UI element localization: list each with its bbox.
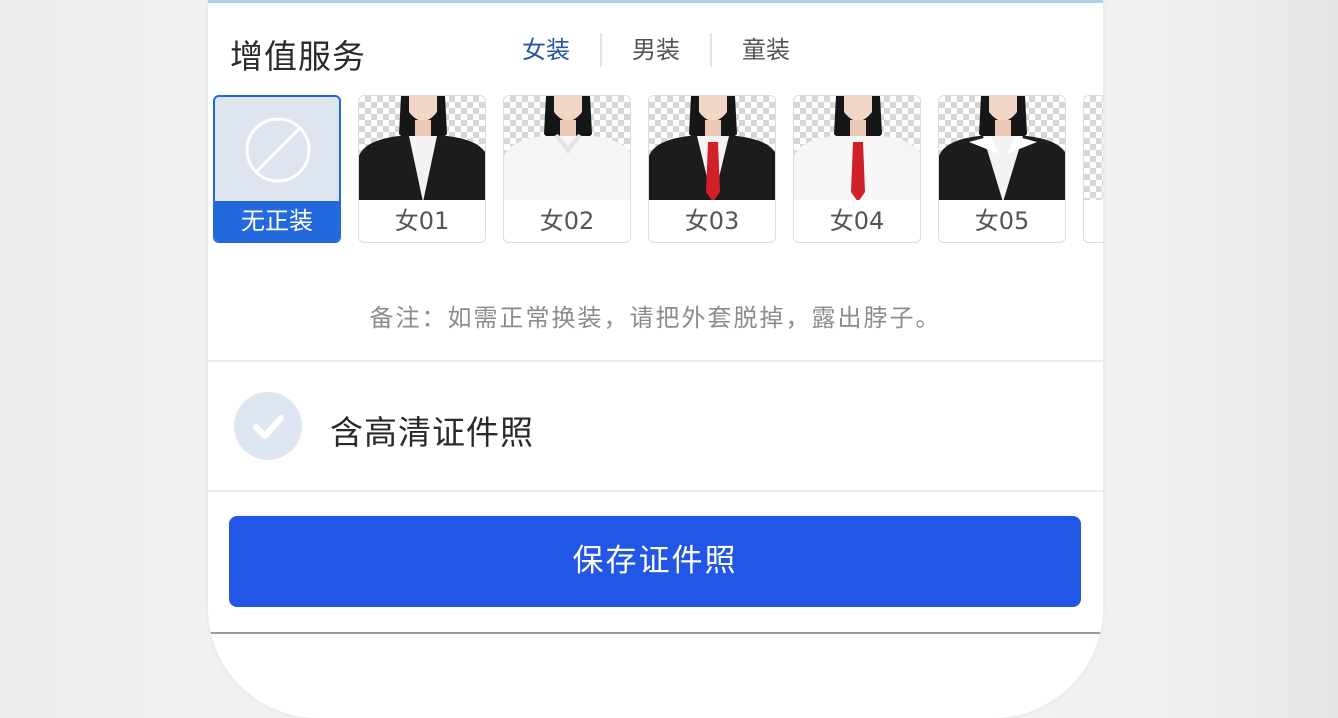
outfit-thumb xyxy=(504,96,630,202)
outfit-label: 女05 xyxy=(939,200,1065,242)
outfit-f04-image xyxy=(794,96,920,202)
outfit-card-partial[interactable] xyxy=(1083,95,1103,243)
phone-screen: 增值服务 女装 男装 童装 无正装 女01 女02 女03 女04 女05 备注… xyxy=(208,0,1103,718)
outfit-f01-image xyxy=(359,96,485,202)
outfit-f05-image xyxy=(939,96,1065,202)
outfit-card-f01[interactable]: 女01 xyxy=(358,95,486,243)
check-icon xyxy=(253,415,284,439)
outfit-label xyxy=(1084,200,1103,242)
outfit-f02-image xyxy=(504,96,630,202)
outfit-list: 无正装 女01 女02 女03 女04 女05 xyxy=(208,95,1103,245)
outfit-card-f03[interactable]: 女03 xyxy=(648,95,776,243)
save-photo-button[interactable]: 保存证件照 xyxy=(229,516,1081,607)
outfit-thumb xyxy=(215,97,339,203)
outfit-label: 无正装 xyxy=(215,201,339,241)
tab-female[interactable]: 女装 xyxy=(492,32,600,68)
section-title: 增值服务 xyxy=(230,37,366,76)
outfit-label: 女04 xyxy=(794,200,920,242)
outfit-card-f02[interactable]: 女02 xyxy=(503,95,631,243)
hd-photo-option[interactable]: 含高清证件照 xyxy=(208,362,1103,490)
outfit-thumb xyxy=(649,96,775,202)
outfit-label: 女02 xyxy=(504,200,630,242)
note-text: 备注：如需正常换装，请把外套脱掉，露出脖子。 xyxy=(369,304,942,332)
tab-male[interactable]: 男装 xyxy=(602,32,710,68)
outfit-card-f05[interactable]: 女05 xyxy=(938,95,1066,243)
no-outfit-icon xyxy=(245,117,311,183)
outfit-label: 女01 xyxy=(359,200,485,242)
hd-photo-checkbox[interactable] xyxy=(234,392,302,460)
outfit-thumb xyxy=(794,96,920,202)
outfit-label: 女03 xyxy=(649,200,775,242)
outfit-thumb xyxy=(939,96,1065,202)
outfit-thumb xyxy=(1084,96,1103,202)
hd-photo-label: 含高清证件照 xyxy=(330,413,534,452)
tab-children[interactable]: 童装 xyxy=(712,32,820,68)
outfit-f03-image xyxy=(649,96,775,202)
outfit-card-f04[interactable]: 女04 xyxy=(793,95,921,243)
divider xyxy=(208,490,1103,492)
outfit-card-none[interactable]: 无正装 xyxy=(213,95,341,243)
outfit-thumb xyxy=(359,96,485,202)
outfit-category-tabs: 女装 男装 童装 xyxy=(492,32,820,68)
top-divider xyxy=(208,0,1103,3)
divider xyxy=(208,632,1103,634)
